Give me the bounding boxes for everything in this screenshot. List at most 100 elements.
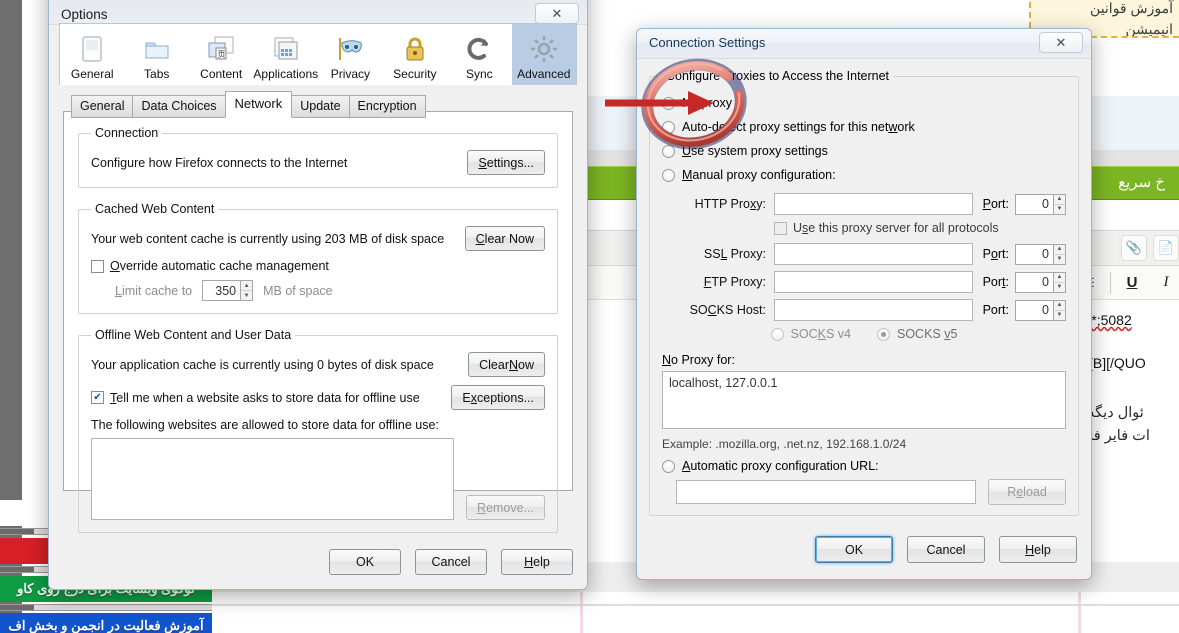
socks-host-label: SOCKS Host: — [689, 303, 766, 317]
pac-label: Automatic proxy configuration URL: — [682, 459, 879, 473]
connection-cancel-button[interactable]: Cancel — [907, 536, 985, 563]
category-advanced[interactable]: Advanced — [511, 24, 576, 85]
no-proxy-radio[interactable] — [662, 96, 675, 110]
offline-websites-list[interactable] — [91, 438, 455, 520]
pac-radio[interactable] — [662, 459, 675, 473]
cache-limit-stepper[interactable]: ▲▼ — [202, 280, 254, 301]
ssl-port-arrows[interactable]: ▲ ▼ — [1053, 243, 1066, 265]
auto-detect-radio[interactable] — [662, 120, 675, 134]
ad-banner-4[interactable]: آموزش فعالیت در انجمن و بخش اف — [0, 613, 212, 633]
offline-content-group: Offline Web Content and User Data Your a… — [78, 328, 558, 533]
toolbar-separator-2 — [1110, 271, 1111, 294]
ftp-port-stepper[interactable]: ▲▼ — [1015, 271, 1066, 293]
ftp-port-arrows[interactable]: ▲ ▼ — [1053, 271, 1066, 293]
connection-ok-button[interactable]: OK — [815, 536, 893, 563]
tab-encryption[interactable]: Encryption — [348, 95, 426, 118]
page-image-icon: 页 — [206, 34, 236, 64]
options-category-bar[interactable]: General Tabs 页 Content Applications Priv… — [59, 23, 577, 85]
category-sync[interactable]: Sync — [447, 24, 511, 85]
green-bar-text: خ سریع — [1118, 174, 1165, 191]
socks-v5-option[interactable]: SOCKS v5 — [877, 327, 957, 341]
clear-cache-button[interactable]: Clear Now — [464, 226, 545, 251]
options-ok-button[interactable]: OK — [329, 549, 401, 575]
socks-v4-radio[interactable] — [770, 327, 784, 341]
socks-version-row[interactable]: SOCKS v4 SOCKS v5 — [662, 327, 1066, 341]
bbcode-text: [B][/QUO — [1089, 355, 1146, 371]
limit-cache-suffix: MB of space — [263, 283, 333, 298]
tab-network[interactable]: Network — [224, 91, 293, 118]
pac-radio-row[interactable]: Automatic proxy configuration URL: — [662, 459, 1066, 473]
remove-button[interactable]: Remove... — [466, 495, 545, 520]
radio-manual-proxy[interactable]: Manual proxy configuration: — [662, 163, 1066, 187]
socks-port-stepper[interactable]: ▲▼ — [1015, 299, 1066, 321]
options-footer[interactable]: OK Cancel Help — [329, 549, 573, 575]
http-proxy-input[interactable] — [774, 193, 973, 215]
clear-offline-button[interactable]: Clear Now — [468, 352, 545, 377]
radio-auto-detect[interactable]: Auto-detect proxy settings for this netw… — [662, 115, 1066, 139]
options-cancel-button[interactable]: Cancel — [415, 549, 487, 575]
document-icon[interactable]: 📄 — [1153, 235, 1179, 261]
manual-proxy-radio[interactable] — [662, 168, 675, 182]
options-window[interactable]: Options ✕ General Tabs 页 Content Applica… — [48, 0, 588, 590]
close-icon[interactable]: ✕ — [1039, 32, 1083, 53]
radio-no-proxy[interactable]: No proxy — [662, 91, 1066, 115]
ssl-port-stepper[interactable]: ▲▼ — [1015, 243, 1066, 265]
exceptions-button[interactable]: Ex ceptions... — [451, 385, 545, 410]
category-security[interactable]: Security — [383, 24, 447, 85]
ad-banner-4-text: آموزش فعالیت در انجمن و بخش اف — [8, 618, 204, 633]
padlock-icon — [400, 34, 430, 64]
socks-host-input[interactable] — [774, 299, 973, 321]
tab-update[interactable]: Update — [291, 95, 350, 118]
ftp-proxy-input[interactable] — [774, 271, 973, 293]
close-icon[interactable]: ✕ — [535, 3, 579, 24]
category-sync-label: Sync — [465, 67, 493, 81]
socks-port-arrows[interactable]: ▲ ▼ — [1053, 299, 1066, 321]
category-privacy[interactable]: Privacy — [318, 24, 382, 85]
http-proxy-label: HTTP Proxy: — [694, 197, 766, 211]
tab-general[interactable]: General — [71, 95, 134, 118]
tab-update-label: Update — [300, 99, 341, 113]
italic-icon[interactable]: I — [1153, 270, 1179, 296]
cache-limit-arrows[interactable]: ▲ ▼ — [240, 280, 254, 301]
reload-button[interactable]: Re load — [988, 479, 1066, 505]
settings-button[interactable]: Settings... — [467, 150, 545, 175]
all-protocols-checkbox[interactable] — [774, 221, 787, 235]
http-port-arrows[interactable]: ▲ ▼ — [1053, 193, 1066, 215]
socks-v4-option[interactable]: SOCKS v4 — [770, 327, 851, 341]
tab-data-choices[interactable]: Data Choices — [132, 95, 226, 118]
connection-help-button[interactable]: Help — [999, 536, 1077, 563]
override-cache-checkbox[interactable] — [91, 259, 104, 273]
sync-arrows-icon — [464, 34, 494, 64]
connection-titlebar[interactable]: Connection Settings ✕ — [637, 29, 1091, 59]
ssl-proxy-input[interactable] — [774, 243, 973, 265]
http-port-stepper[interactable]: ▲▼ — [1015, 193, 1066, 215]
category-general[interactable]: General — [60, 24, 124, 85]
pac-url-input[interactable] — [676, 480, 976, 504]
tell-me-checkbox[interactable] — [91, 391, 104, 404]
all-protocols-label: Use this proxy server for all protocols — [793, 221, 999, 235]
options-titlebar[interactable]: Options ✕ — [49, 0, 587, 25]
override-cache-label: Override automatic cache management — [110, 259, 329, 273]
attach-icon[interactable]: 📎 — [1121, 235, 1147, 261]
socks-port-label: Port: — [982, 303, 1009, 317]
auto-detect-label: Auto-detect proxy settings for this netw… — [682, 120, 915, 134]
proxy-group-legend: Configure Proxies to Access the Internet — [666, 69, 890, 83]
example-hint: Example: .mozilla.org, .net.nz, 192.168.… — [662, 437, 907, 451]
socks-v5-radio[interactable] — [877, 327, 890, 341]
category-content[interactable]: 页 Content — [189, 24, 253, 85]
category-applications[interactable]: Applications — [253, 24, 318, 85]
ssl-proxy-row: SSL Proxy: Port: ▲▼ — [662, 243, 1066, 265]
radio-system-proxy[interactable]: Use system proxy settings — [662, 139, 1066, 163]
options-help-button[interactable]: Help — [501, 549, 573, 575]
no-proxy-for-textarea[interactable]: localhost, 127.0.0.1 — [662, 371, 1066, 429]
mask-icon — [335, 34, 365, 64]
manual-proxy-label: Manual proxy configuration: — [682, 168, 836, 182]
all-protocols-row[interactable]: Use this proxy server for all protocols — [662, 221, 1066, 235]
connection-footer[interactable]: OK Cancel Help — [815, 536, 1077, 563]
category-tabs[interactable]: Tabs — [124, 24, 188, 85]
system-proxy-radio[interactable] — [662, 144, 675, 158]
options-tabstrip[interactable]: General Data Choices Network Update Encr… — [71, 91, 426, 118]
underline-icon[interactable]: U — [1119, 270, 1145, 296]
category-privacy-label: Privacy — [330, 67, 371, 81]
connection-settings-dialog[interactable]: Connection Settings ✕ Configure Proxies … — [636, 28, 1092, 580]
